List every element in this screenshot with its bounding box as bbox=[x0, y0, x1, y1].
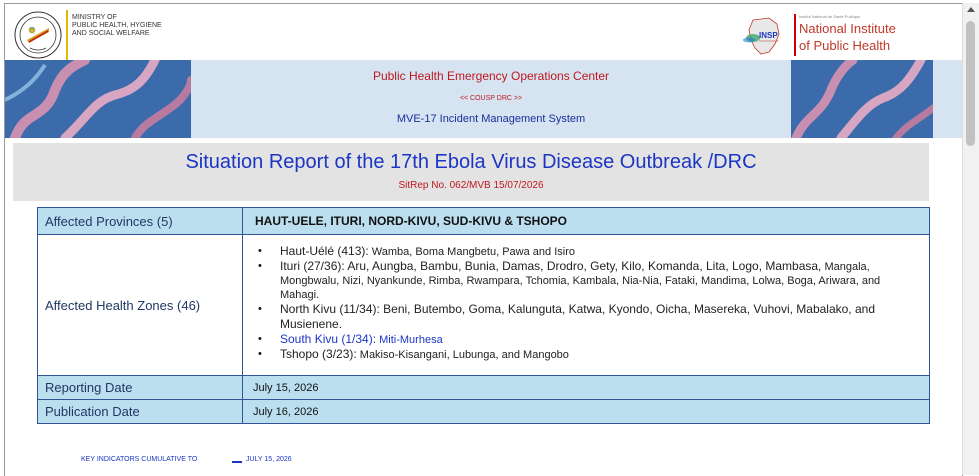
virus-image-right bbox=[791, 60, 933, 138]
ministry-line: AND SOCIAL WELFARE bbox=[72, 30, 150, 37]
key-indicators-heading: KEY INDICATORS CUMULATIVE TO bbox=[81, 456, 198, 463]
reporting-date-row: Reporting Date July 15, 2026 bbox=[37, 375, 930, 400]
ministry-divider bbox=[66, 10, 68, 60]
zone-haut-uele: Haut-Uélé (413): Wamba, Boma Mangbetu, P… bbox=[258, 244, 922, 259]
virus-image-left bbox=[5, 60, 191, 138]
provinces-row: Affected Provinces (5) HAUT-UELE, ITURI,… bbox=[37, 207, 930, 235]
sitrep-number: SitRep No. 062/MVB 15/07/2026 bbox=[398, 180, 544, 191]
svg-text:INSP: INSP bbox=[759, 31, 778, 40]
zone-lead: South Kivu (1/34): bbox=[280, 332, 377, 346]
publication-date-label: Publication Date bbox=[37, 399, 243, 424]
insp-divider bbox=[794, 14, 796, 56]
zones-row: Affected Health Zones (46) Haut-Uélé (41… bbox=[37, 234, 930, 376]
zones-label: Affected Health Zones (46) bbox=[37, 234, 243, 376]
zone-north-kivu: North Kivu (11/34): Beni, Butembo, Goma,… bbox=[258, 302, 922, 332]
ministry-line: MINISTRY OF bbox=[72, 14, 117, 21]
outbreak-info-table: Affected Provinces (5) HAUT-UELE, ITURI,… bbox=[37, 207, 930, 424]
insp-name: Institut National de Santé Publique Nati… bbox=[799, 14, 896, 54]
vertical-scrollbar[interactable] bbox=[962, 3, 979, 475]
eoc-title: Public Health Emergency Operations Cente… bbox=[372, 69, 610, 83]
reporting-date-label: Reporting Date bbox=[37, 375, 243, 400]
zone-lead: Haut-Uélé (413): bbox=[280, 244, 369, 258]
publication-date-value: July 16, 2026 bbox=[242, 399, 930, 424]
zone-body: Makiso-Kisangani, Lubunga, and Mangobo bbox=[356, 349, 569, 361]
eoc-acronym: << COUSP DRC >> bbox=[459, 95, 523, 102]
scrollbar-thumb[interactable] bbox=[966, 21, 975, 146]
zone-tshopo: Tshopo (3/23): Makiso-Kisangani, Lubunga… bbox=[258, 347, 922, 362]
insp-name-line: National Institute bbox=[799, 21, 896, 36]
key-indicators-date: JULY 15, 2026 bbox=[246, 456, 292, 463]
zone-ituri: Ituri (27/36): Aru, Aungba, Bambu, Bunia… bbox=[258, 259, 922, 302]
zone-lead: Tshopo (3/23): bbox=[280, 347, 357, 361]
document-page: MINISTRY OF PUBLIC HEALTH, HYGIENE AND S… bbox=[4, 3, 963, 476]
zone-lead: North Kivu (11/34): bbox=[280, 302, 380, 316]
scroll-up-arrow-icon[interactable] bbox=[967, 7, 975, 12]
report-title-block: Situation Report of the 17th Ebola Virus… bbox=[13, 143, 929, 201]
zone-lead: Ituri (27/36): Aru, Aungba, Bambu, Bunia… bbox=[280, 259, 822, 273]
zone-body: Wamba, Boma Mangbetu, Pawa and Isiro bbox=[368, 246, 575, 258]
zones-value: Haut-Uélé (413): Wamba, Boma Mangbetu, P… bbox=[242, 234, 930, 376]
report-title: Situation Report of the 17th Ebola Virus… bbox=[185, 151, 757, 173]
provinces-value: HAUT-UELE, ITURI, NORD-KIVU, SUD-KIVU & … bbox=[242, 207, 930, 235]
eoc-banner: Public Health Emergency Operations Cente… bbox=[5, 60, 962, 138]
ims-title: MVE-17 Incident Management System bbox=[396, 113, 586, 125]
zone-body: Miti-Murhesa bbox=[376, 334, 443, 346]
zones-list: Haut-Uélé (413): Wamba, Boma Mangbetu, P… bbox=[244, 244, 928, 366]
provinces-label: Affected Provinces (5) bbox=[37, 207, 243, 235]
banner-text: Public Health Emergency Operations Cente… bbox=[195, 60, 787, 138]
publication-date-row: Publication Date July 16, 2026 bbox=[37, 399, 930, 424]
insp-name-line: of Public Health bbox=[799, 38, 891, 53]
zone-south-kivu: South Kivu (1/34): Miti-Murhesa bbox=[258, 332, 922, 347]
reporting-date-value: July 15, 2026 bbox=[242, 375, 930, 400]
ministry-line: PUBLIC HEALTH, HYGIENE bbox=[72, 22, 162, 29]
insp-logo: INSP bbox=[743, 17, 780, 55]
ministry-name: MINISTRY OF PUBLIC HEALTH, HYGIENE AND S… bbox=[72, 14, 162, 38]
ministry-seal-logo bbox=[14, 11, 62, 59]
key-indicators-dash bbox=[232, 461, 242, 463]
